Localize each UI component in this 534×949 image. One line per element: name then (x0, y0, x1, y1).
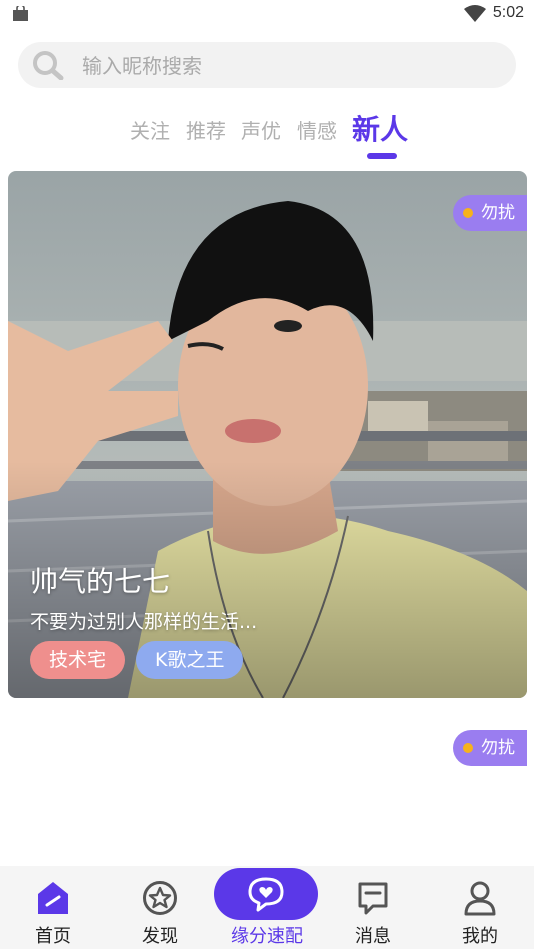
match-button[interactable] (214, 868, 318, 920)
nav-item-profile[interactable]: 我的 (435, 866, 525, 949)
profile-tag: 技术宅 (30, 641, 126, 679)
badge-label: 勿扰 (481, 203, 515, 223)
status-dot-icon (463, 208, 473, 218)
star-icon (143, 881, 177, 915)
nav-label: 发现 (142, 926, 178, 947)
nav-label: 我的 (462, 926, 498, 947)
do-not-disturb-badge: 勿扰 (453, 730, 527, 766)
nav-item-discover[interactable]: 发现 (115, 866, 205, 949)
notification-bag-icon (13, 6, 28, 21)
status-time: 5:02 (492, 4, 524, 21)
nav-item-home[interactable]: 首页 (8, 866, 98, 949)
wifi-icon (464, 5, 486, 22)
profile-icon (464, 881, 496, 916)
message-icon (358, 882, 388, 915)
nav-item-messages[interactable]: 消息 (328, 866, 418, 949)
tab-emotion[interactable]: 情感 (297, 115, 337, 144)
tab-newcomers[interactable]: 新人 (352, 108, 408, 148)
tab-following[interactable]: 关注 (130, 115, 170, 144)
home-icon (38, 882, 68, 914)
heart-chat-icon (248, 877, 284, 912)
profile-card[interactable]: 帅气的七七 不要为过别人那样的生活... 技术宅 K歌之王 (8, 171, 527, 698)
search-icon (33, 51, 64, 80)
active-tab-indicator (367, 153, 397, 159)
status-bar: 5:02 (0, 0, 534, 30)
nav-label: 缘分速配 (231, 926, 303, 947)
nav-item-match[interactable]: 缘分速配 (214, 866, 320, 949)
search-input[interactable] (80, 50, 504, 82)
tab-voice-actor[interactable]: 声优 (241, 115, 281, 144)
profile-bio: 不要为过别人那样的生活... (30, 611, 258, 633)
nav-label: 消息 (355, 926, 391, 947)
search-bar[interactable] (18, 42, 516, 88)
badge-label: 勿扰 (481, 738, 515, 758)
do-not-disturb-badge: 勿扰 (453, 195, 527, 231)
status-dot-icon (463, 743, 473, 753)
bottom-nav: 首页 发现 缘分速配 消息 我的 (0, 866, 534, 949)
tab-recommended[interactable]: 推荐 (186, 115, 226, 144)
nav-label: 首页 (35, 926, 71, 947)
profile-name: 帅气的七七 (30, 565, 171, 598)
profile-tag: K歌之王 (136, 641, 244, 679)
